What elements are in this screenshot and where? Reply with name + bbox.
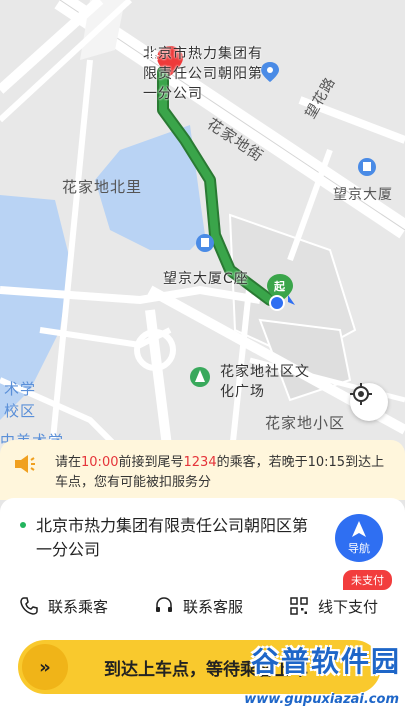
- place-pin-icon: [261, 62, 279, 82]
- contact-passenger-label: 联系乘客: [48, 597, 109, 616]
- locate-button[interactable]: [350, 383, 388, 421]
- locate-icon: [350, 383, 372, 405]
- destination-map-label: 北京市热力集团有限责任公司朝阳第一分公司: [143, 46, 263, 102]
- map-view[interactable]: 终 起 北京市热力集团有限责任公司朝阳第一分公司 望京大厦C座 花家地北里 花家…: [0, 0, 405, 470]
- phone-icon: [20, 597, 38, 615]
- map-place-label: 花家地社区文化广场: [220, 364, 310, 400]
- destination-marker: 终: [148, 49, 160, 62]
- contact-service-label: 联系客服: [183, 597, 244, 616]
- double-arrow-icon: »: [39, 656, 51, 678]
- map-place-label: 花家地小区: [265, 414, 346, 432]
- qr-code-icon: [290, 597, 308, 615]
- park-icon: [190, 367, 210, 387]
- current-location-icon: [269, 295, 285, 311]
- watermark-title: 谷普软件园: [250, 645, 401, 678]
- slider-handle[interactable]: »: [22, 644, 68, 690]
- building-icon: [196, 234, 214, 252]
- notice-text: 请在10:00前接到尾号1234的乘客，若晚于10:15到达上车点，您有可能被扣…: [55, 455, 385, 490]
- map-place-label: 花家地北里: [62, 178, 143, 196]
- map-place-label: 望京大厦: [333, 187, 393, 203]
- watermark: 谷普软件园 www.gupuxiazai.com: [223, 640, 401, 720]
- headset-icon: [156, 597, 172, 612]
- contact-service-button[interactable]: 联系客服: [155, 594, 243, 618]
- destination-address: 北京市热力集团有限责任公司朝阳区第一分公司: [36, 516, 309, 559]
- start-map-label: 望京大厦C座: [163, 271, 249, 287]
- map-place-label: 校区: [4, 402, 37, 420]
- unpaid-badge: 未支付: [343, 570, 392, 590]
- navigation-button[interactable]: 导航: [335, 514, 383, 562]
- navigation-arrow-icon: [352, 521, 366, 537]
- building-icon: [358, 158, 376, 176]
- map-place-label: 术学: [4, 380, 37, 398]
- destination-dot: [20, 522, 26, 528]
- speaker-icon: [15, 455, 35, 473]
- start-marker: 起: [274, 280, 286, 293]
- contact-passenger-button[interactable]: 联系乘客: [20, 594, 108, 618]
- pickup-notice: 请在10:00前接到尾号1234的乘客，若晚于10:15到达上车点，您有可能被扣…: [0, 440, 405, 500]
- offline-pay-label: 线下支付: [318, 597, 379, 616]
- navigation-label: 导航: [348, 542, 370, 555]
- watermark-url: www.gupuxiazai.com: [244, 692, 399, 707]
- offline-pay-button[interactable]: 线下支付: [290, 594, 378, 618]
